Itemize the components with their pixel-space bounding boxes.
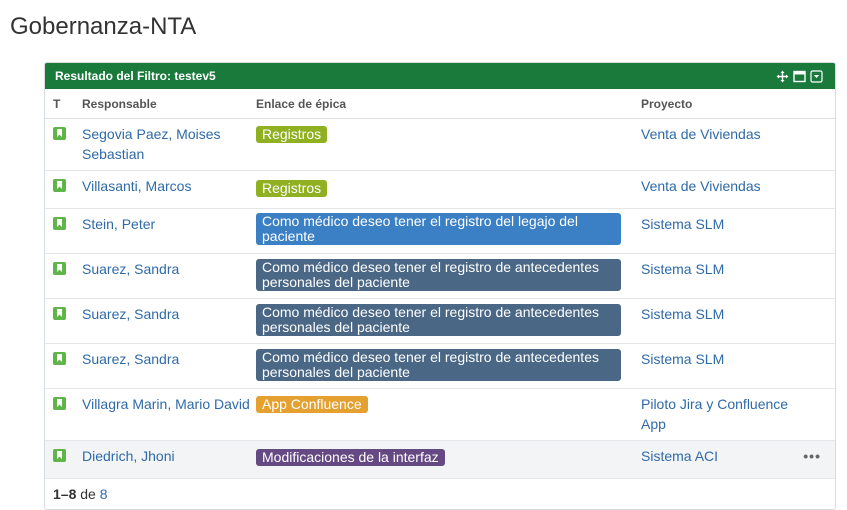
filter-results-gadget: Resultado del Filtro: testev5 T Responsa… — [44, 62, 836, 510]
responsible-link[interactable]: Segovia Paez, Moises Sebastian — [82, 126, 221, 162]
pagination-of: de — [80, 486, 96, 502]
responsible-link[interactable]: Villasanti, Marcos — [82, 178, 191, 194]
table-row: Segovia Paez, Moises Sebastian Registros V… — [45, 118, 835, 171]
table-row: Suarez, Sandra Como médico deseo tener el… — [45, 253, 835, 299]
results-table: T Responsable Enlace de épica Proyecto S… — [45, 89, 835, 479]
table-header-row: T Responsable Enlace de épica Proyecto — [45, 89, 835, 119]
table-row: Villasanti, Marcos Registros Venta de Vivi… — [45, 170, 835, 209]
pagination-range: 1–8 — [53, 486, 77, 502]
table-row: Suarez, Sandra Como médico deseo tener el… — [45, 343, 835, 389]
responsible-link[interactable]: Suarez, Sandra — [82, 306, 179, 322]
story-icon — [53, 352, 66, 365]
epic-lozenge[interactable]: App Confluence — [256, 396, 368, 413]
column-header-project[interactable]: Proyecto — [641, 89, 791, 119]
project-link[interactable]: Venta de Viviendas — [641, 178, 761, 194]
pagination-footer: 1–8 de 8 — [45, 479, 835, 509]
story-icon — [53, 307, 66, 320]
epic-lozenge[interactable]: Modificaciones de la interfaz — [256, 449, 445, 466]
story-icon — [53, 262, 66, 275]
epic-lozenge[interactable]: Como médico deseo tener el registro del … — [256, 213, 621, 245]
gadget-title: Resultado del Filtro: testev5 — [55, 69, 216, 83]
table-row: Diedrich, Jhoni Modificaciones de la inte… — [45, 440, 835, 479]
story-icon — [53, 397, 66, 410]
project-link[interactable]: Piloto Jira y Confluence App — [641, 396, 788, 432]
epic-lozenge[interactable]: Como médico deseo tener el registro de a… — [256, 304, 621, 336]
gadget-header: Resultado del Filtro: testev5 — [45, 63, 835, 89]
project-link[interactable]: Sistema SLM — [641, 306, 724, 322]
project-link[interactable]: Venta de Viviendas — [641, 126, 761, 142]
maximize-icon[interactable] — [793, 70, 806, 83]
column-header-type[interactable]: T — [45, 89, 82, 119]
epic-lozenge[interactable]: Registros — [256, 180, 328, 197]
page-title: Gobernanza-NTA — [10, 13, 197, 40]
story-icon — [53, 179, 66, 192]
pagination-total-link[interactable]: 8 — [100, 486, 108, 502]
responsible-link[interactable]: Villagra Marin, Mario David — [82, 396, 250, 412]
story-icon — [53, 127, 66, 140]
table-row: Villagra Marin, Mario David App Confluenc… — [45, 388, 835, 441]
story-icon — [53, 449, 66, 462]
responsible-link[interactable]: Suarez, Sandra — [82, 351, 179, 367]
more-actions-icon[interactable]: ••• — [803, 448, 821, 464]
epic-lozenge[interactable]: Como médico deseo tener el registro de a… — [256, 349, 621, 381]
epic-lozenge[interactable]: Registros — [256, 126, 328, 143]
column-header-responsible[interactable]: Responsable — [82, 89, 256, 119]
project-link[interactable]: Sistema SLM — [641, 351, 724, 367]
table-row: Stein, Peter Como médico deseo tener el r… — [45, 208, 835, 254]
column-header-actions — [791, 89, 835, 119]
responsible-link[interactable]: Diedrich, Jhoni — [82, 448, 175, 464]
responsible-link[interactable]: Stein, Peter — [82, 216, 155, 232]
project-link[interactable]: Sistema SLM — [641, 216, 724, 232]
column-header-epic-link[interactable]: Enlace de épica — [256, 89, 641, 119]
project-link[interactable]: Sistema SLM — [641, 261, 724, 277]
story-icon — [53, 217, 66, 230]
project-link[interactable]: Sistema ACI — [641, 448, 718, 464]
gadget-controls — [776, 69, 823, 83]
table-row: Suarez, Sandra Como médico deseo tener el… — [45, 298, 835, 344]
move-icon[interactable] — [776, 70, 789, 83]
epic-lozenge[interactable]: Como médico deseo tener el registro de a… — [256, 259, 621, 291]
gadget-menu-icon[interactable] — [810, 69, 823, 83]
responsible-link[interactable]: Suarez, Sandra — [82, 261, 179, 277]
